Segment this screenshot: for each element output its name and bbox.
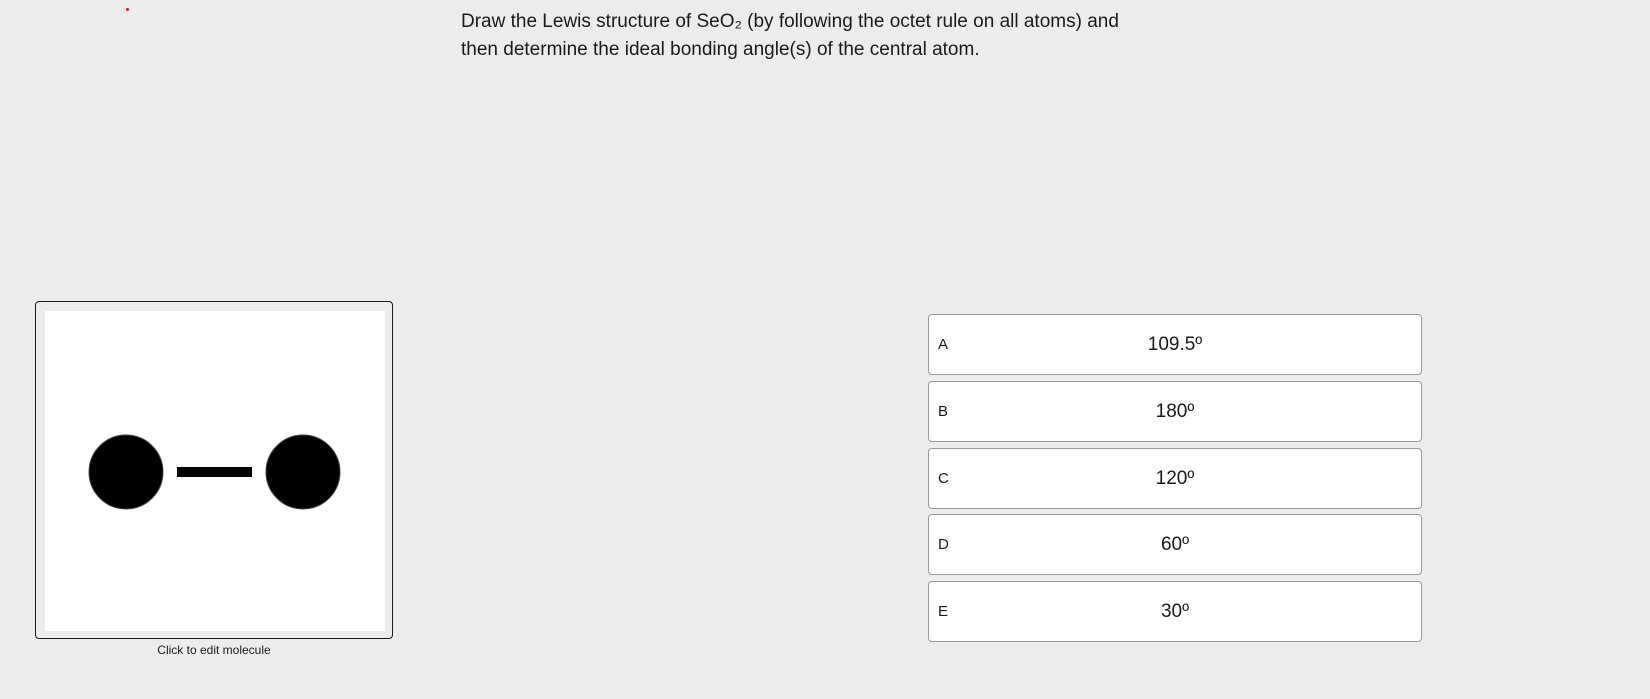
answer-option-a[interactable]: A 109.5º [928,314,1422,375]
option-value: 180º [1155,401,1195,422]
molecule-canvas[interactable] [45,311,385,631]
single-bond [177,467,252,477]
option-value: 60º [1160,534,1190,555]
question-line-2: then determine the ideal bonding angle(s… [461,39,980,60]
cursor-marker-dot [126,8,129,11]
answer-option-d[interactable]: D 60º [928,514,1422,575]
atom-right [265,434,341,510]
option-value: 30º [1160,601,1190,622]
answer-option-c[interactable]: C 120º [928,448,1422,509]
option-value: 109.5º [1147,334,1203,355]
question-text: Draw the Lewis structure of SeO₂ (by fol… [461,8,1221,64]
option-value: 120º [1155,468,1195,489]
answer-option-b[interactable]: B 180º [928,381,1422,442]
molecule-editor-caption[interactable]: Click to edit molecule [35,643,393,657]
molecule-editor[interactable] [35,301,393,639]
question-line-1: Draw the Lewis structure of SeO₂ (by fol… [461,11,1119,32]
answer-option-e[interactable]: E 30º [928,581,1422,642]
atom-left [88,434,164,510]
molecule-drawing [88,434,341,510]
